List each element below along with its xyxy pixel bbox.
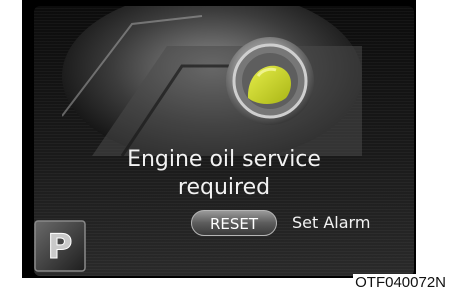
display-panel: Engine oil service required RESET Set Al…	[34, 6, 414, 276]
set-alarm-button[interactable]: Set Alarm	[292, 211, 408, 235]
reset-button[interactable]: RESET	[191, 210, 277, 236]
cluster-display: Engine oil service required RESET Set Al…	[22, 0, 416, 278]
p-icon-letter: P	[48, 227, 73, 267]
message-line-2: required	[177, 175, 271, 200]
figure-caption: OTF040072N	[353, 274, 448, 292]
parking-p-icon: P	[34, 220, 86, 272]
engine-oil-cap-icon	[62, 6, 362, 156]
message-line-1: Engine oil service	[127, 147, 321, 172]
